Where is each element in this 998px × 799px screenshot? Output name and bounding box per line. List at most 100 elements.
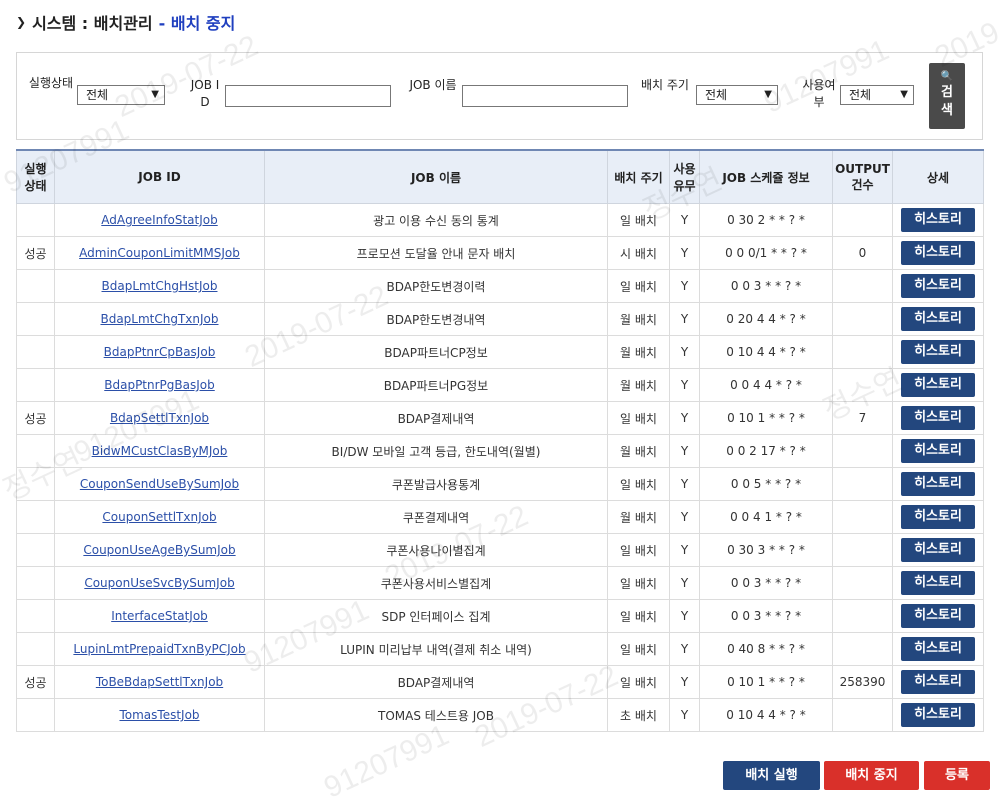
history-button[interactable]: 히스토리 [901, 406, 975, 430]
use-cell: Y [669, 401, 700, 435]
detail-cell: 히스토리 [892, 632, 984, 666]
cycle-cell: 일 배치 [607, 269, 670, 303]
jobid-link[interactable]: BdapLmtChgHstJob [102, 279, 218, 293]
table-row: TomasTestJob TOMAS 테스트용 JOB 초 배치 Y 0 10 4 4 … [16, 698, 984, 732]
run-batch-button[interactable]: 배치 실행 [723, 761, 820, 790]
search-button[interactable]: 🔍 검색 [929, 63, 965, 129]
cycle-filter-value: 전체 [705, 88, 728, 102]
jobid-link[interactable]: AdminCouponLimitMMSJob [79, 246, 240, 260]
col-header-cycle: 배치 주기 [607, 149, 670, 204]
jobid-input[interactable] [225, 85, 391, 107]
jobname-cell: SDP 인터페이스 집계 [264, 599, 608, 633]
detail-cell: 히스토리 [892, 533, 984, 567]
history-button[interactable]: 히스토리 [901, 604, 975, 628]
cycle-filter-select[interactable]: 전체 ▼ [696, 85, 778, 105]
jobname-cell: 쿠폰사용서비스별집계 [264, 566, 608, 600]
jobid-cell: CouponSettlTxnJob [54, 500, 265, 534]
use-filter-value: 전체 [849, 88, 872, 102]
table-header-row: 실행상태 JOB ID JOB 이름 배치 주기 사용유무 JOB 스케쥴 정보… [16, 149, 984, 204]
status-filter-select[interactable]: 전체 ▼ [77, 85, 165, 105]
schedule-cell: 0 0 2 17 * ? * [699, 434, 833, 468]
detail-cell: 히스토리 [892, 599, 984, 633]
page-subtitle: - 배치 중지 [158, 14, 236, 33]
status-cell [16, 698, 55, 732]
jobid-link[interactable]: ToBeBdapSettlTxnJob [96, 675, 223, 689]
output-cell [832, 434, 893, 468]
jobid-link[interactable]: LupinLmtPrepaidTxnByPCJob [73, 642, 245, 656]
table-row: BdapLmtChgHstJob BDAP한도변경이력 일 배치 Y 0 0 3 * *… [16, 269, 984, 303]
cycle-cell: 월 배치 [607, 434, 670, 468]
cycle-cell: 시 배치 [607, 236, 670, 270]
jobname-cell: BDAP한도변경이력 [264, 269, 608, 303]
schedule-cell: 0 10 4 4 * ? * [699, 698, 833, 732]
chevron-right-icon: ❯ [16, 15, 27, 29]
use-filter-select[interactable]: 전체 ▼ [840, 85, 914, 105]
status-cell [16, 368, 55, 402]
jobid-link[interactable]: BdapPtnrPgBasJob [104, 378, 215, 392]
history-button[interactable]: 히스토리 [901, 307, 975, 331]
detail-cell: 히스토리 [892, 500, 984, 534]
history-button[interactable]: 히스토리 [901, 241, 975, 265]
history-button[interactable]: 히스토리 [901, 505, 975, 529]
jobid-link[interactable]: BdapLmtChgTxnJob [100, 312, 218, 326]
cycle-cell: 일 배치 [607, 401, 670, 435]
status-cell [16, 566, 55, 600]
jobid-link[interactable]: AdAgreeInfoStatJob [101, 213, 217, 227]
detail-cell: 히스토리 [892, 203, 984, 237]
use-cell: Y [669, 698, 700, 732]
dropdown-arrow-icon: ▼ [151, 89, 159, 100]
stop-batch-button[interactable]: 배치 중지 [824, 761, 919, 790]
history-button[interactable]: 히스토리 [901, 373, 975, 397]
history-button[interactable]: 히스토리 [901, 208, 975, 232]
table-row: 성공 ToBeBdapSettlTxnJob BDAP결제내역 일 배치 Y 0 10 1… [16, 665, 984, 699]
history-button[interactable]: 히스토리 [901, 340, 975, 364]
jobname-cell: 광고 이용 수신 동의 통계 [264, 203, 608, 237]
jobid-link[interactable]: CouponUseAgeBySumJob [83, 543, 235, 557]
jobid-cell: CouponUseAgeBySumJob [54, 533, 265, 567]
cycle-cell: 일 배치 [607, 566, 670, 600]
jobid-link[interactable]: CouponSendUseBySumJob [80, 477, 239, 491]
job-table: 실행상태 JOB ID JOB 이름 배치 주기 사용유무 JOB 스케쥴 정보… [16, 149, 984, 732]
jobname-input[interactable] [462, 85, 628, 107]
jobid-cell: BdapSettlTxnJob [54, 401, 265, 435]
jobid-link[interactable]: TomasTestJob [119, 708, 199, 722]
detail-cell: 히스토리 [892, 302, 984, 336]
history-button[interactable]: 히스토리 [901, 670, 975, 694]
col-header-jobid: JOB ID [54, 149, 265, 204]
use-cell: Y [669, 302, 700, 336]
use-filter-label: 사용여부 [802, 78, 836, 109]
jobid-cell: InterfaceStatJob [54, 599, 265, 633]
jobid-link[interactable]: BdapSettlTxnJob [110, 411, 209, 425]
dropdown-arrow-icon: ▼ [764, 89, 772, 100]
status-cell [16, 467, 55, 501]
detail-cell: 히스토리 [892, 467, 984, 501]
jobid-link[interactable]: CouponUseSvcBySumJob [84, 576, 234, 590]
detail-cell: 히스토리 [892, 401, 984, 435]
status-cell [16, 434, 55, 468]
history-button[interactable]: 히스토리 [901, 472, 975, 496]
register-button[interactable]: 등록 [924, 761, 990, 790]
jobname-cell: 프로모션 도달율 안내 문자 배치 [264, 236, 608, 270]
output-cell [832, 335, 893, 369]
status-cell: 성공 [16, 401, 55, 435]
history-button[interactable]: 히스토리 [901, 637, 975, 661]
col-header-detail: 상세 [892, 149, 984, 204]
history-button[interactable]: 히스토리 [901, 703, 975, 727]
job-table-body: AdAgreeInfoStatJob 광고 이용 수신 동의 통계 일 배치 Y 0 3… [16, 203, 984, 732]
schedule-cell: 0 0 3 * * ? * [699, 599, 833, 633]
jobid-link[interactable]: BdapPtnrCpBasJob [104, 345, 216, 359]
jobid-link[interactable]: InterfaceStatJob [111, 609, 208, 623]
history-button[interactable]: 히스토리 [901, 439, 975, 463]
detail-cell: 히스토리 [892, 236, 984, 270]
jobid-link[interactable]: BidwMCustClasByMJob [92, 444, 228, 458]
history-button[interactable]: 히스토리 [901, 274, 975, 298]
jobid-cell: LupinLmtPrepaidTxnByPCJob [54, 632, 265, 666]
history-button[interactable]: 히스토리 [901, 571, 975, 595]
jobid-link[interactable]: CouponSettlTxnJob [102, 510, 216, 524]
search-icon: 🔍 [940, 71, 954, 82]
use-cell: Y [669, 368, 700, 402]
schedule-cell: 0 40 8 * * ? * [699, 632, 833, 666]
cycle-cell: 일 배치 [607, 632, 670, 666]
history-button[interactable]: 히스토리 [901, 538, 975, 562]
output-cell [832, 599, 893, 633]
